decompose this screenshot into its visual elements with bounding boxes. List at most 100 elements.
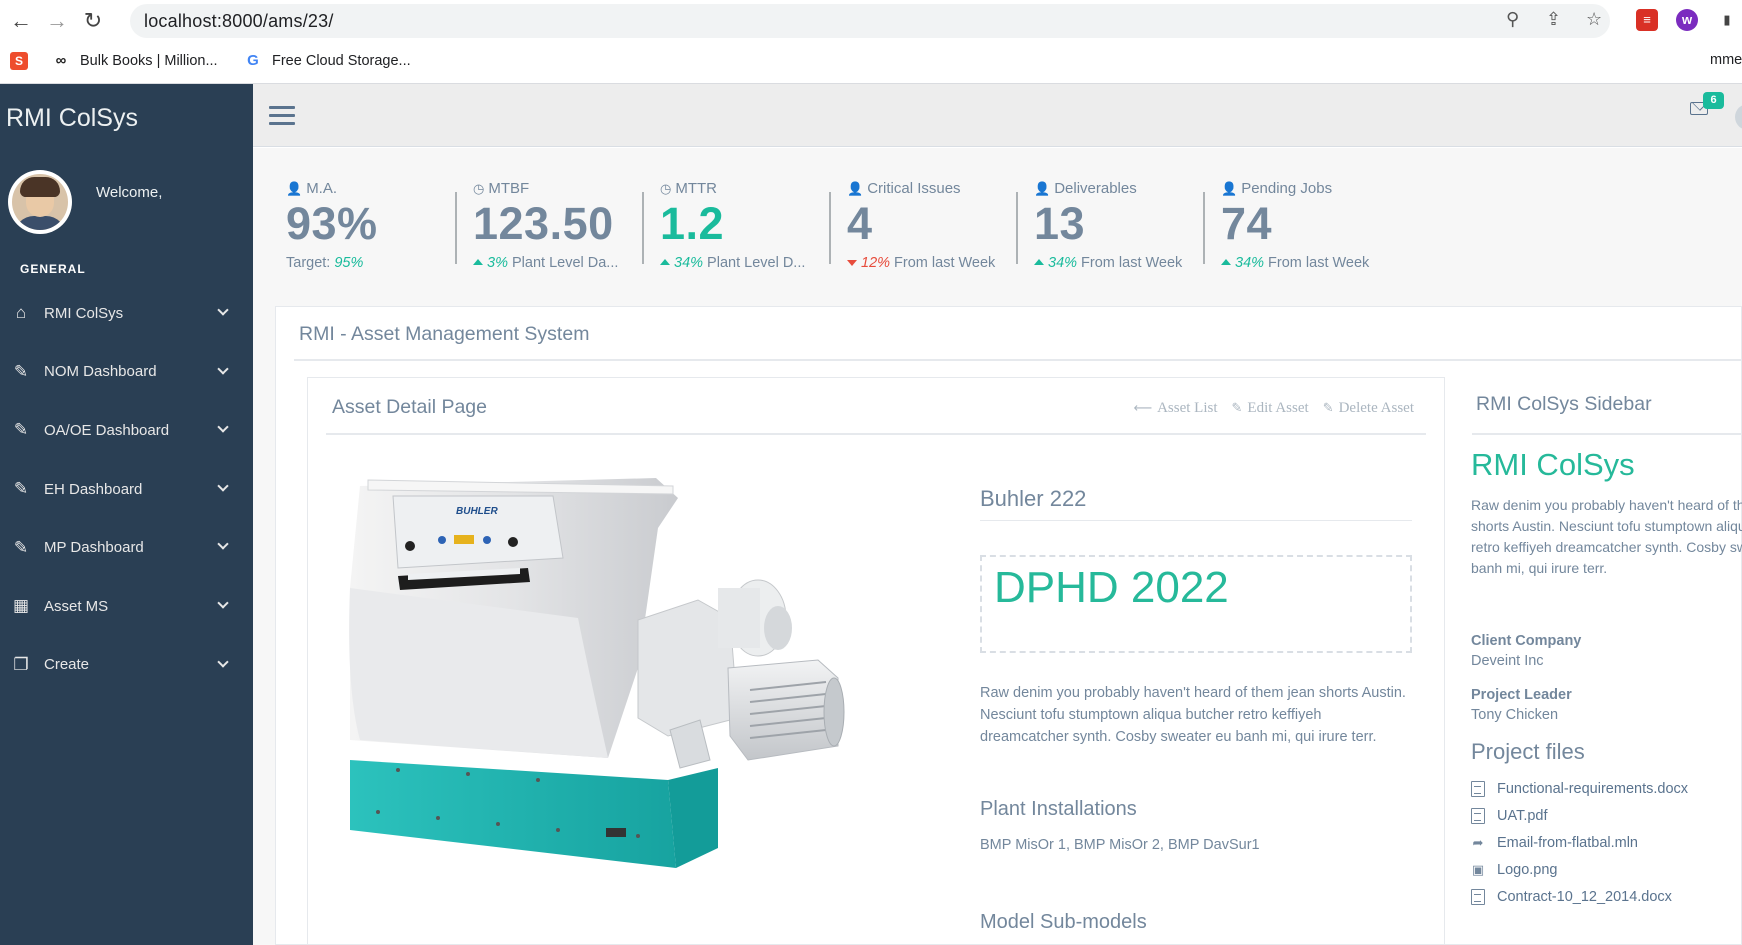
file-link[interactable]: ▣ Logo.png (1471, 856, 1688, 883)
tile-footer: 34% From last Week (1221, 255, 1411, 271)
back-icon[interactable]: ← (8, 8, 34, 34)
tile-foot-pct: 34% (1235, 254, 1265, 271)
url-field[interactable]: i localhost:8000/ams/23/ (130, 4, 1610, 130)
clock-icon: ◷ (660, 180, 672, 196)
plant-installations-title: Plant Installations (980, 798, 1137, 821)
chevron-down-icon (217, 421, 229, 433)
asset-info: Buhler 222 DPHD 2022 Raw denim you proba… (980, 486, 1412, 934)
share-page-icon[interactable]: ⇪ (1546, 9, 1561, 30)
edit-icon: ✎ (13, 361, 29, 381)
tile-footer: 12% From last Week (847, 255, 1037, 271)
menu-toggle-icon[interactable] (269, 106, 295, 130)
sidebar-item-oaoe-dashboard[interactable]: ✎ OA/OE Dashboard (0, 401, 253, 460)
user-avatar[interactable] (1735, 104, 1742, 130)
arrow-up-icon (1221, 258, 1231, 265)
url-text[interactable]: localhost:8000/ams/23/ (144, 11, 334, 32)
edit-icon: ✎ (1231, 401, 1243, 416)
sidebar-brand[interactable]: RMI ColSys (6, 104, 138, 133)
chevron-down-icon (217, 538, 229, 551)
sidebar-item-label: Asset MS (44, 597, 109, 615)
bookmark-star-icon[interactable]: ☆ (1586, 9, 1602, 30)
bookmark-free-cloud[interactable]: G Free Cloud Storage... (244, 52, 410, 70)
arrow-left-icon: ⟵ (1133, 401, 1153, 416)
file-pdf-icon (1471, 807, 1485, 824)
sidebar-item-nom-dashboard[interactable]: ✎ NOM Dashboard (0, 343, 253, 402)
tile-foot-text: From last Week (1077, 254, 1183, 271)
edit-icon: ✎ (13, 537, 29, 557)
project-leader-label: Project Leader (1471, 687, 1572, 703)
sidebar-item-create[interactable]: ❐ Create (0, 636, 253, 695)
sidebar-item-eh-dashboard[interactable]: ✎ EH Dashboard (0, 460, 253, 519)
zoom-icon[interactable]: ⚲ (1506, 9, 1519, 30)
tile-value: 13 (1034, 198, 1086, 249)
tile-footer: 34% Plant Level D... (660, 255, 850, 271)
delete-asset-link[interactable]: ✎ Delete Asset (1323, 400, 1414, 417)
client-company-value: Deveint Inc (1471, 653, 1544, 669)
tile-value: 4 (847, 198, 873, 249)
file-name: UAT.pdf (1497, 807, 1548, 824)
sidebar-item-rmi-colsys[interactable]: ⌂ RMI ColSys (0, 284, 253, 343)
extensions-icon[interactable]: ▮ (1716, 9, 1738, 31)
client-company-label: Client Company (1471, 633, 1582, 649)
user-icon: 👤 (1221, 180, 1238, 196)
profile-avatar[interactable] (8, 170, 72, 234)
tile-foot-pct: 95% (334, 254, 364, 271)
svg-text:BUHLER: BUHLER (456, 506, 498, 517)
reload-icon[interactable]: ↻ (80, 8, 106, 34)
tile-foot-pct: 3% (487, 254, 508, 271)
tile-ma: 👤 M.A. 93% Target: 95% (286, 180, 472, 271)
todoist-extension-icon[interactable]: ≡ (1636, 9, 1658, 31)
asset-name: Buhler 222 (980, 486, 1412, 521)
detail-actions: ⟵ Asset List ✎ Edit Asset ✎ Delete Asset (1133, 400, 1414, 417)
sidebar-item-label: MP Dashboard (44, 539, 144, 557)
user-icon: 👤 (286, 180, 303, 196)
tile-label: Deliverables (1054, 180, 1137, 197)
tile-deliverables: 👤 Deliverables 13 34% From last Week (1016, 180, 1220, 271)
forward-icon[interactable]: → (44, 8, 70, 34)
action-label: Delete Asset (1338, 400, 1414, 416)
file-name: Contract-10_12_2014.docx (1497, 888, 1672, 905)
action-label: Edit Asset (1247, 400, 1309, 416)
stat-tiles: 👤 M.A. 93% Target: 95% ◷ MTBF 123.50 3% Pl… (253, 148, 1742, 288)
right-sidebar: RMI ColSys Sidebar RMI ColSys Raw denim … (1471, 377, 1742, 945)
sidebar-item-asset-ms[interactable]: ▦ Asset MS (0, 577, 253, 636)
plant-installations-list: BMP MisOr 1, BMP MisOr 2, BMP DavSur1 (980, 837, 1260, 854)
asset-image: BUHLER (349, 478, 845, 868)
bookmark-cut-off[interactable]: mme (1710, 52, 1742, 68)
edit-asset-link[interactable]: ✎ Edit Asset (1232, 400, 1309, 417)
mail-count-badge[interactable]: 6 (1703, 92, 1724, 109)
extension-w-icon[interactable]: w (1676, 9, 1698, 31)
project-files-title: Project files (1471, 739, 1585, 764)
sidebar-item-label: NOM Dashboard (44, 363, 157, 381)
chevron-down-icon (217, 597, 229, 609)
right-sidebar-title: RMI ColSys Sidebar (1476, 393, 1652, 415)
file-link[interactable]: ➦ Email-from-flatbal.mln (1471, 829, 1688, 856)
tile-label: M.A. (306, 180, 338, 197)
user-icon: 👤 (847, 180, 864, 196)
asset-detail-card: Asset Detail Page ⟵ Asset List ✎ Edit Asse… (307, 377, 1445, 945)
bookmarks-bar: S ∞ Bulk Books | Million... G Free Cloud… (0, 42, 1742, 84)
clock-icon: ◷ (473, 180, 485, 196)
file-link[interactable]: Functional-requirements.docx (1471, 775, 1688, 802)
tile-footer: 34% From last Week (1034, 255, 1224, 271)
project-files-list: Functional-requirements.docx UAT.pdf ➦ E… (1471, 775, 1688, 910)
tile-value: 93% (286, 198, 378, 249)
right-sidebar-brand: RMI ColSys (1471, 447, 1635, 482)
top-navbar: 6 (253, 84, 1742, 147)
home-icon: ⌂ (15, 303, 27, 323)
file-link[interactable]: UAT.pdf (1471, 802, 1688, 829)
edit-icon: ✎ (13, 479, 29, 499)
bookmark-bulk-books[interactable]: ∞ Bulk Books | Million... (52, 52, 218, 70)
bookmark-shopee[interactable]: S (10, 52, 38, 70)
tile-value: 74 (1221, 198, 1273, 249)
sidebar-item-label: RMI ColSys (44, 304, 124, 322)
ams-panel: RMI - Asset Management System Asset Deta… (275, 306, 1742, 945)
file-link[interactable]: Contract-10_12_2014.docx (1471, 883, 1688, 910)
sidebar-item-label: EH Dashboard (44, 480, 143, 498)
text-line: shorts Austin. Nesciunt tofu stumptown a… (1471, 518, 1742, 534)
tile-mtbf: ◷ MTBF 123.50 3% Plant Level Da... (455, 180, 659, 271)
sidebar-item-mp-dashboard[interactable]: ✎ MP Dashboard (0, 518, 253, 577)
tile-foot-prefix: Target: (286, 254, 335, 271)
user-icon: 👤 (1034, 180, 1051, 196)
asset-list-link[interactable]: ⟵ Asset List (1133, 400, 1217, 417)
